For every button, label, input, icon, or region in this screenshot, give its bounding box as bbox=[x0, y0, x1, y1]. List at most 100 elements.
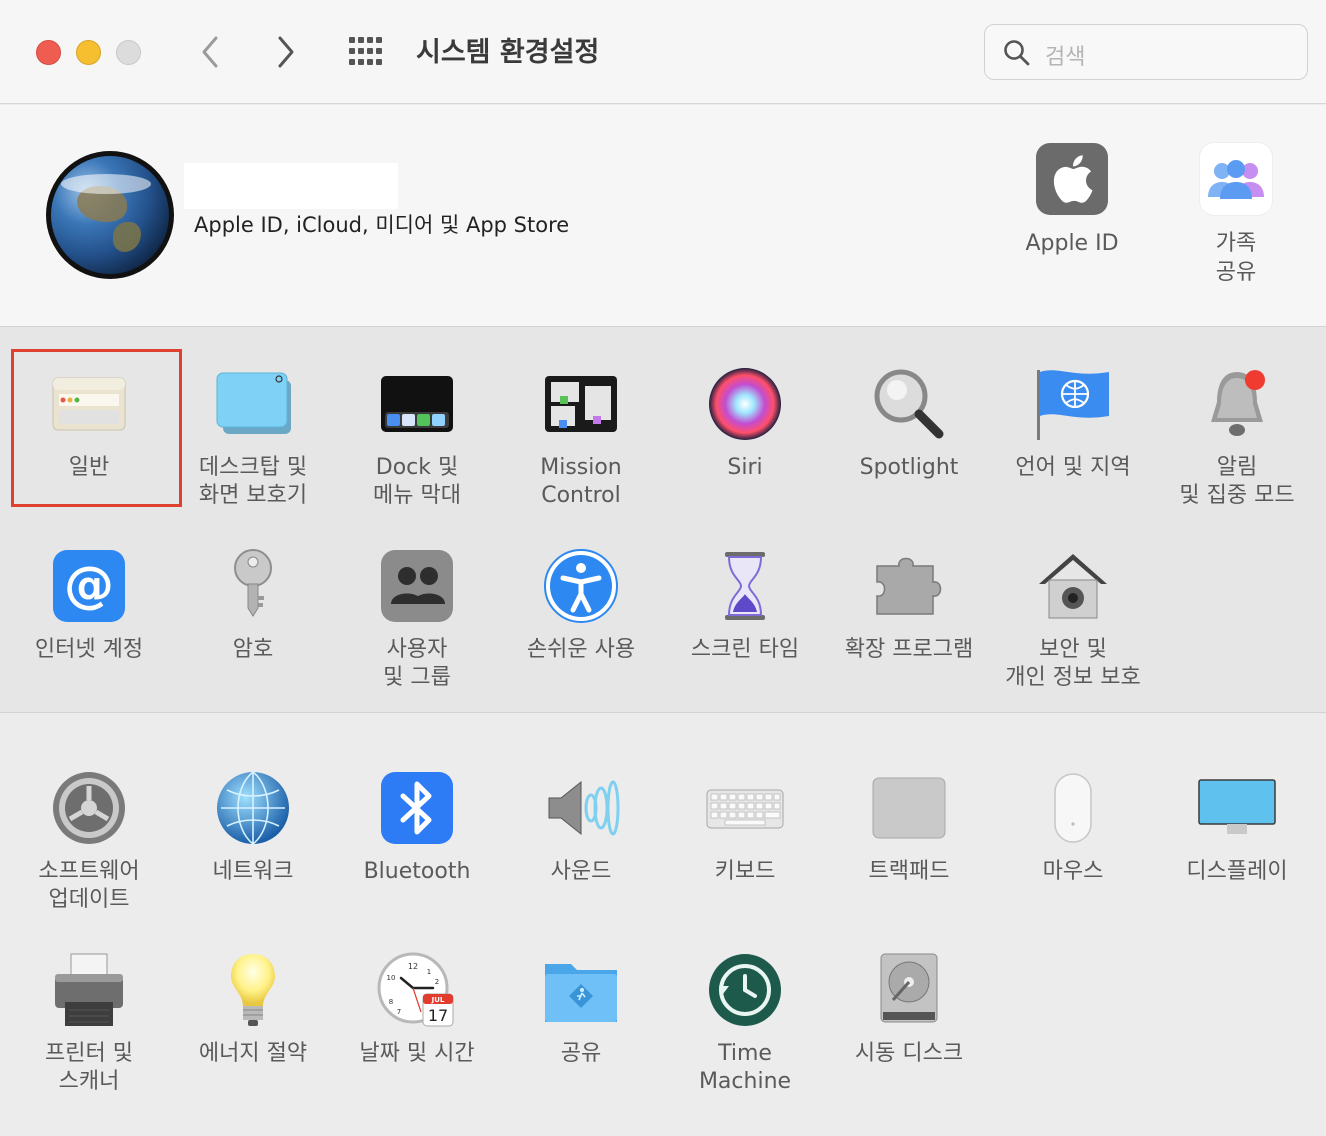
desktop-screensaver-icon bbox=[213, 364, 293, 444]
user-avatar[interactable] bbox=[46, 151, 174, 279]
minimize-window-button[interactable] bbox=[76, 40, 101, 65]
pane-date-time[interactable]: 12 1 2 10 8 7 JUL 17 날짜 및 시간 bbox=[335, 950, 499, 1068]
pane-mission-control[interactable]: Mission Control bbox=[499, 364, 663, 510]
pane-label: Time Machine bbox=[698, 1041, 792, 1094]
account-section: Apple ID, iCloud, 미디어 및 App Store Apple … bbox=[0, 105, 1326, 327]
clock-7: 7 bbox=[397, 1008, 401, 1016]
pane-label: Siri bbox=[727, 455, 763, 480]
pane-label: 사용자 및 그룹 bbox=[383, 637, 451, 690]
pane-label: 알림 및 집중 모드 bbox=[1179, 455, 1295, 508]
pane-startup-disk[interactable]: 시동 디스크 bbox=[827, 950, 991, 1068]
forward-button[interactable] bbox=[266, 32, 306, 72]
pane-label: Mission Control bbox=[540, 455, 622, 508]
pane-label: 인터넷 계정 bbox=[34, 637, 144, 662]
window-title: 시스템 환경설정 bbox=[416, 37, 600, 68]
pane-security-privacy[interactable]: 보안 및 개인 정보 보호 bbox=[991, 546, 1155, 692]
show-all-button[interactable] bbox=[346, 34, 390, 70]
pane-extensions[interactable]: 확장 프로그램 bbox=[827, 546, 991, 664]
pane-energy-saver[interactable]: 에너지 절약 bbox=[171, 950, 335, 1068]
pane-language-region[interactable]: 언어 및 지역 bbox=[991, 364, 1155, 482]
close-window-button[interactable] bbox=[36, 40, 61, 65]
pane-label: 암호 bbox=[232, 637, 274, 662]
pane-label: 손쉬운 사용 bbox=[526, 637, 636, 662]
calendar-month: JUL bbox=[431, 996, 445, 1004]
pane-software-update[interactable]: 소프트웨어 업데이트 bbox=[7, 768, 171, 914]
pane-spotlight[interactable]: Spotlight bbox=[827, 364, 991, 482]
language-region-icon bbox=[1033, 364, 1113, 444]
family-sharing-pane[interactable]: 가족 공유 bbox=[1166, 143, 1306, 287]
security-privacy-icon bbox=[1033, 546, 1113, 626]
pane-notifications[interactable]: 알림 및 집중 모드 bbox=[1155, 364, 1319, 510]
search-icon bbox=[1004, 40, 1030, 66]
chevron-right-icon bbox=[278, 36, 294, 68]
pane-label: 스크린 타임 bbox=[690, 637, 800, 662]
software-update-icon bbox=[49, 768, 129, 848]
network-icon bbox=[213, 768, 293, 848]
back-button[interactable] bbox=[190, 32, 230, 72]
apple-logo-icon bbox=[1036, 143, 1108, 215]
trackpad-icon bbox=[869, 768, 949, 848]
search-placeholder: 검색 bbox=[1045, 45, 1086, 70]
selected-pane-highlight bbox=[11, 349, 182, 507]
users-groups-icon bbox=[377, 546, 457, 626]
svg-text:@: @ bbox=[64, 556, 114, 614]
sound-icon bbox=[541, 768, 621, 848]
account-subtitle[interactable]: Apple ID, iCloud, 미디어 및 App Store bbox=[194, 209, 569, 239]
pane-label: 공유 bbox=[560, 1041, 602, 1066]
search-field[interactable]: 검색 bbox=[984, 24, 1308, 80]
sharing-icon bbox=[541, 950, 621, 1030]
passwords-key-icon bbox=[213, 546, 293, 626]
pane-dock[interactable]: Dock 및 메뉴 막대 bbox=[335, 364, 499, 510]
pane-label: 보안 및 개인 정보 보호 bbox=[1005, 637, 1141, 690]
pane-label: 프린터 및 스캐너 bbox=[45, 1041, 133, 1094]
siri-icon bbox=[705, 364, 785, 444]
clock-8: 8 bbox=[389, 998, 393, 1006]
pane-sound[interactable]: 사운드 bbox=[499, 768, 663, 886]
pane-keyboard[interactable]: 키보드 bbox=[663, 768, 827, 886]
pane-label: 에너지 절약 bbox=[198, 1041, 308, 1066]
pane-displays[interactable]: 디스플레이 bbox=[1155, 768, 1319, 886]
pane-network[interactable]: 네트워크 bbox=[171, 768, 335, 886]
clock-10: 10 bbox=[387, 974, 396, 982]
pane-passwords[interactable]: 암호 bbox=[171, 546, 335, 664]
chevron-left-icon bbox=[202, 36, 218, 68]
pane-label: 언어 및 지역 bbox=[1015, 455, 1131, 480]
grid-icon bbox=[349, 37, 382, 65]
apple-id-pane[interactable]: Apple ID bbox=[1002, 143, 1142, 258]
clock-12: 12 bbox=[408, 962, 418, 971]
mission-control-icon bbox=[541, 364, 621, 444]
mouse-icon bbox=[1033, 768, 1113, 848]
pane-label: 네트워크 bbox=[212, 859, 294, 884]
pane-internet-accounts[interactable]: @ 인터넷 계정 bbox=[7, 546, 171, 664]
spotlight-icon bbox=[869, 364, 949, 444]
earth-avatar-image bbox=[51, 156, 169, 274]
zoom-window-button[interactable] bbox=[116, 40, 141, 65]
pane-label: 사운드 bbox=[550, 859, 612, 884]
pane-label: Dock 및 메뉴 막대 bbox=[373, 455, 461, 508]
pane-label: 디스플레이 bbox=[1186, 859, 1288, 884]
printers-scanners-icon bbox=[49, 950, 129, 1030]
clock-2: 2 bbox=[435, 978, 439, 986]
pane-sharing[interactable]: 공유 bbox=[499, 950, 663, 1068]
pane-bluetooth[interactable]: Bluetooth bbox=[335, 768, 499, 886]
user-name-redacted bbox=[184, 163, 398, 209]
pane-label: 키보드 bbox=[714, 859, 776, 884]
pane-siri[interactable]: Siri bbox=[663, 364, 827, 482]
keyboard-icon bbox=[705, 768, 785, 848]
pane-users-groups[interactable]: 사용자 및 그룹 bbox=[335, 546, 499, 692]
pane-mouse[interactable]: 마우스 bbox=[991, 768, 1155, 886]
pane-accessibility[interactable]: 손쉬운 사용 bbox=[499, 546, 663, 664]
family-sharing-label: 가족 공유 bbox=[1215, 231, 1257, 285]
pane-desktop-screensaver[interactable]: 데스크탑 및 화면 보호기 bbox=[171, 364, 335, 510]
screen-time-icon bbox=[705, 546, 785, 626]
pane-label: 마우스 bbox=[1042, 859, 1104, 884]
pane-trackpad[interactable]: 트랙패드 bbox=[827, 768, 991, 886]
pane-label: 데스크탑 및 화면 보호기 bbox=[198, 455, 308, 508]
dock-icon bbox=[377, 364, 457, 444]
apple-id-label: Apple ID bbox=[1025, 231, 1119, 256]
pane-printers-scanners[interactable]: 프린터 및 스캐너 bbox=[7, 950, 171, 1096]
pane-time-machine[interactable]: Time Machine bbox=[663, 950, 827, 1096]
pane-screen-time[interactable]: 스크린 타임 bbox=[663, 546, 827, 664]
pane-label: 확장 프로그램 bbox=[844, 637, 974, 662]
pane-label: Spotlight bbox=[859, 455, 959, 480]
